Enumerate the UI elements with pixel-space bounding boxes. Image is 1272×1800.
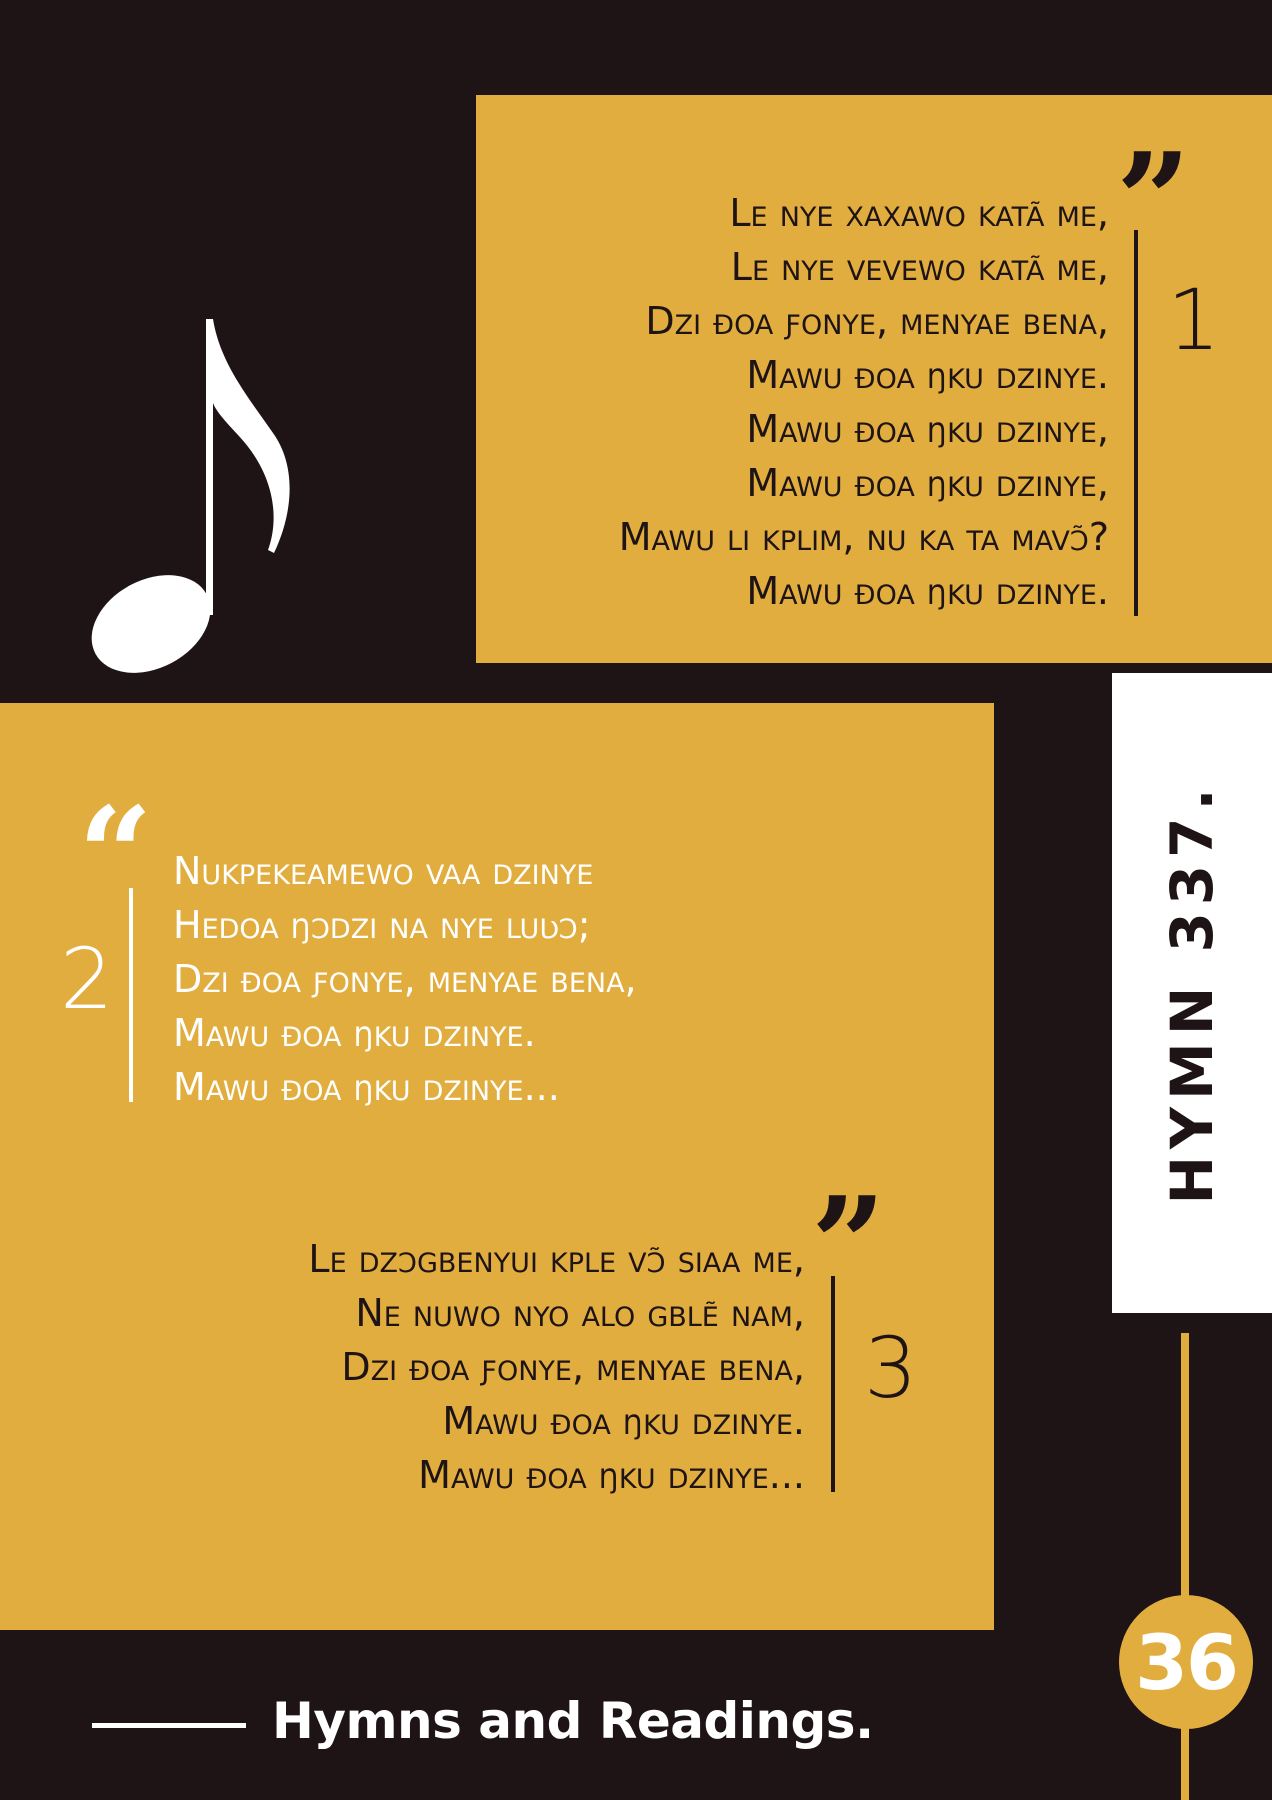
verse-line: Dzi ɖoa ƒonye, menyae bena, (341, 1345, 805, 1389)
verse-line: Mawu ɖoa ŋku dzinye. (442, 1399, 805, 1443)
verse-line: Mawu ɖoa ŋku dzinye. (746, 353, 1109, 397)
verse-line: Le nye xaxawo katã me, (729, 191, 1109, 235)
verse-3-number: 3 (864, 1319, 918, 1417)
verse-1-number: 1 (1167, 271, 1221, 369)
verse-line: Mawu li kplim, nu ka ta mavɔ̃? (618, 515, 1109, 559)
verse-1-lines: Le nye xaxawo katã me, Le nye vevewo kat… (619, 186, 1109, 618)
verse-line: Mawu ɖoa ŋku dzinye. (746, 569, 1109, 613)
verse-line: Mawu ɖoa ŋku dzinye, (746, 407, 1109, 451)
verse-line: Mawu ɖoa ŋku dzinye, (746, 461, 1109, 505)
verse-line: Dzi ɖoa ƒonye, menyae bena, (173, 957, 637, 1001)
hymn-title: HYMN 337. (1158, 781, 1226, 1205)
verse-line: Mawu ɖoa ŋku dzinye. (173, 1011, 536, 1055)
footer-title: Hymns and Readings. (272, 1692, 874, 1750)
verse-3-lines: Le dzɔgbenyui kple vɔ̃ siaa me, Ne nuwo … (308, 1232, 805, 1502)
eighth-note-icon (91, 319, 290, 673)
verse-line: Dzi ɖoa ƒonye, menyae bena, (645, 299, 1109, 343)
verse-3-divider (831, 1276, 835, 1492)
verse-2-lines: Nukpekeamewo vaa dzinye Hedoa ŋɔdzi na n… (173, 844, 637, 1114)
opening-quote-mark: “ (78, 778, 153, 931)
page-number: 36 (1135, 1617, 1239, 1707)
footer-rule (92, 1723, 246, 1728)
page-number-badge: 36 (1119, 1595, 1253, 1729)
verse-1-divider (1134, 230, 1138, 616)
verse-line: Nukpekeamewo vaa dzinye (173, 849, 594, 893)
verse-2-divider (129, 888, 133, 1102)
verse-line: Hedoa ŋɔdzi na nye luʋɔ; (173, 903, 591, 947)
verse-line: Ne nuwo nyo alo gblẽ nam, (355, 1291, 805, 1335)
closing-quote-mark: ” (1116, 124, 1191, 277)
page-number-line (1181, 1333, 1189, 1800)
closing-quote-mark: ” (811, 1168, 886, 1321)
verse-line: Le nye vevewo katã me, (730, 245, 1109, 289)
verse-line: Mawu ɖoa ŋku dzinye... (173, 1065, 560, 1109)
verse-line: Mawu ɖoa ŋku dzinye... (418, 1453, 805, 1497)
verse-line: Le dzɔgbenyui kple vɔ̃ siaa me, (308, 1237, 805, 1281)
verse-2-number: 2 (60, 930, 114, 1028)
